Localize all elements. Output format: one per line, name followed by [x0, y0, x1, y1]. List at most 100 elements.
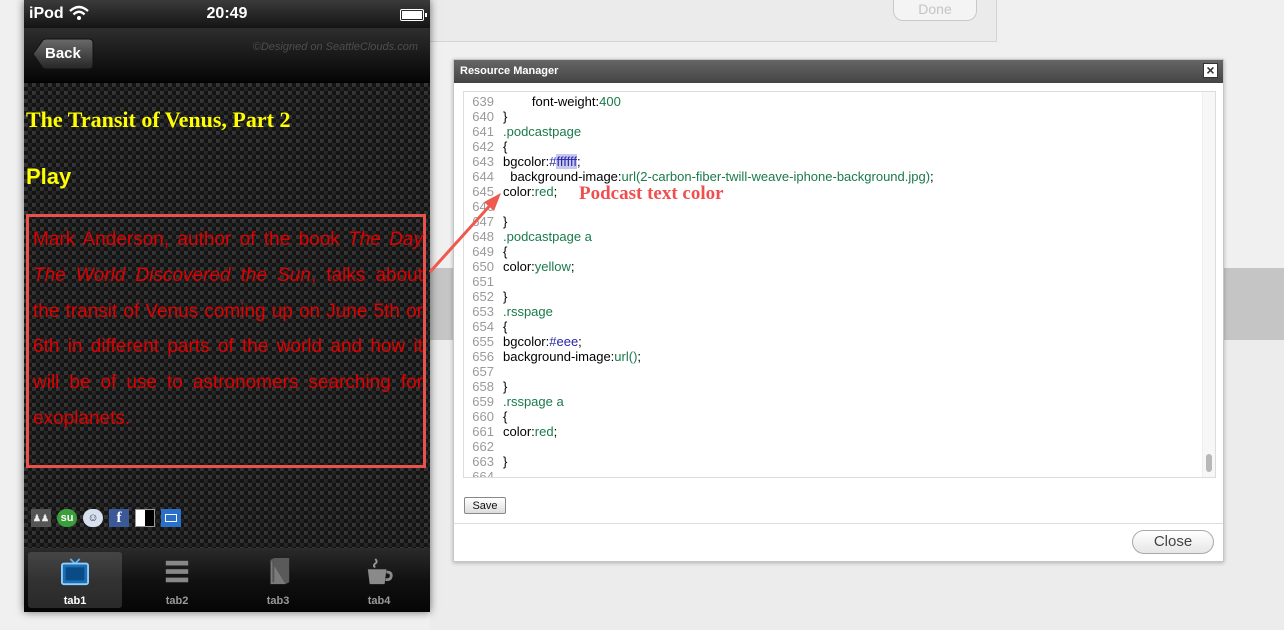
- tab-label: tab2: [165, 595, 189, 607]
- line-number: 647: [472, 214, 494, 229]
- reddit-icon[interactable]: ☺: [83, 509, 103, 527]
- code-text: background-image:url();: [503, 349, 642, 364]
- code-line: 660 {: [464, 409, 1204, 424]
- code-lines: 639 font-weight:400 640} 641 .podcastpage 64…: [464, 94, 1204, 478]
- close-button[interactable]: Close: [1132, 530, 1214, 554]
- code-text: color:red;: [503, 424, 558, 439]
- code-line: 649 {: [464, 244, 1204, 259]
- line-number: 641: [472, 124, 494, 139]
- facebook-icon[interactable]: f: [109, 509, 129, 527]
- description-text-end: , talks about the transit of Venus comin…: [33, 264, 423, 429]
- code-line: 662: [464, 439, 1204, 454]
- delicious-icon[interactable]: [135, 509, 155, 527]
- email-icon[interactable]: [161, 509, 181, 527]
- line-number: 639: [472, 94, 494, 109]
- back-label: Back: [45, 45, 81, 62]
- line-number: 642: [472, 139, 494, 154]
- code-text: bgcolor:#ffffff;: [503, 154, 581, 169]
- save-button[interactable]: Save: [464, 497, 506, 514]
- resource-manager-dialog: Resource Manager × 639 font-weight:400 64…: [453, 59, 1224, 562]
- tv-icon: [61, 558, 89, 586]
- code-line: 643 bgcolor:#ffffff;: [464, 154, 1204, 169]
- code-line: 651: [464, 274, 1204, 289]
- podcast-title: The Transit of Venus, Part 2: [26, 107, 291, 132]
- code-text: }: [503, 109, 508, 124]
- line-number: 655: [472, 334, 494, 349]
- battery-icon: [400, 9, 427, 21]
- description-highlight-box: Mark Anderson, author of the book The Da…: [26, 214, 426, 468]
- editor-scrollbar[interactable]: [1202, 92, 1215, 477]
- code-text: {: [503, 139, 508, 154]
- code-text: }: [503, 454, 508, 469]
- code-text: .podcastpage: [503, 124, 582, 139]
- status-bar: iPod 20:49: [24, 0, 430, 28]
- line-number: 664: [472, 469, 494, 478]
- tab-tab3[interactable]: tab3: [231, 552, 325, 608]
- tab-tab2[interactable]: tab2: [130, 552, 224, 608]
- code-text: .rsspage a: [503, 394, 564, 409]
- code-line: 642 {: [464, 139, 1204, 154]
- code-text: {: [503, 409, 508, 424]
- code-line: 641 .podcastpage: [464, 124, 1204, 139]
- line-number: 645: [472, 184, 494, 199]
- line-number: 663: [472, 454, 494, 469]
- line-number: 659: [472, 394, 494, 409]
- code-line: 664: [464, 469, 1204, 478]
- back-button[interactable]: Back: [32, 38, 94, 70]
- code-line: 646: [464, 199, 1204, 214]
- stumbleupon-icon[interactable]: su: [57, 509, 77, 527]
- code-line: 648 .podcastpage a: [464, 229, 1204, 244]
- line-number: 662: [472, 439, 494, 454]
- line-number: 649: [472, 244, 494, 259]
- code-line: 658}: [464, 379, 1204, 394]
- code-line: 640}: [464, 109, 1204, 124]
- line-number: 660: [472, 409, 494, 424]
- play-link[interactable]: Play: [26, 164, 71, 190]
- scrollbar-thumb[interactable]: [1206, 454, 1212, 472]
- line-number: 650: [472, 259, 494, 274]
- annotation-label: Podcast text color: [579, 183, 724, 204]
- tab-label: tab1: [63, 595, 87, 607]
- code-editor[interactable]: 639 font-weight:400 640} 641 .podcastpage 64…: [463, 91, 1216, 478]
- done-button[interactable]: Done: [893, 0, 977, 21]
- phone-simulator: iPod 20:49 Back ©Designed on SeattleClou…: [24, 0, 430, 612]
- code-line: 655 bgcolor:#eee;: [464, 334, 1204, 349]
- close-icon[interactable]: ×: [1203, 63, 1218, 78]
- code-line: 645 color:red;: [464, 184, 1204, 199]
- tab-tab4[interactable]: tab4: [332, 552, 426, 608]
- podcast-page: The Transit of Venus, Part 2 Play Mark A…: [24, 83, 430, 548]
- people-icon[interactable]: ♟♟: [31, 509, 51, 527]
- line-number: 640: [472, 109, 494, 124]
- navigation-bar: Back ©Designed on SeattleClouds.com: [24, 28, 430, 83]
- code-text: background-image:url(2-carbon-fiber-twil…: [503, 169, 934, 184]
- code-line: 663}: [464, 454, 1204, 469]
- line-number: 661: [472, 424, 494, 439]
- coffee-icon: [367, 558, 393, 585]
- tab-label: tab4: [367, 595, 391, 607]
- code-text: .podcastpage a: [503, 229, 592, 244]
- dialog-divider: [454, 523, 1223, 524]
- code-line: 659 .rsspage a: [464, 394, 1204, 409]
- code-text: font-weight:400: [503, 94, 621, 109]
- code-line: 644 background-image:url(2-carbon-fiber-…: [464, 169, 1204, 184]
- designer-credit: ©Designed on SeattleClouds.com: [252, 41, 418, 53]
- code-line: 661 color:red;: [464, 424, 1204, 439]
- code-text: color:red;: [503, 184, 558, 199]
- code-text: color:yellow;: [503, 259, 575, 274]
- line-number: 657: [472, 364, 494, 379]
- tab-tab1[interactable]: tab1: [28, 552, 122, 608]
- share-bar: ♟♟ su ☺ f: [31, 509, 181, 527]
- code-text: {: [503, 319, 508, 334]
- code-line: 639 font-weight:400: [464, 94, 1204, 109]
- code-line: 656 background-image:url();: [464, 349, 1204, 364]
- book-icon: [270, 558, 290, 585]
- code-text: {: [503, 244, 508, 259]
- code-text: bgcolor:#eee;: [503, 334, 582, 349]
- dialog-titlebar[interactable]: Resource Manager ×: [454, 60, 1223, 83]
- line-number: 656: [472, 349, 494, 364]
- tab-label: tab3: [266, 595, 290, 607]
- podcast-description: Mark Anderson, author of the book The Da…: [33, 222, 423, 437]
- line-number: 643: [472, 154, 494, 169]
- line-number: 658: [472, 379, 494, 394]
- line-number: 652: [472, 289, 494, 304]
